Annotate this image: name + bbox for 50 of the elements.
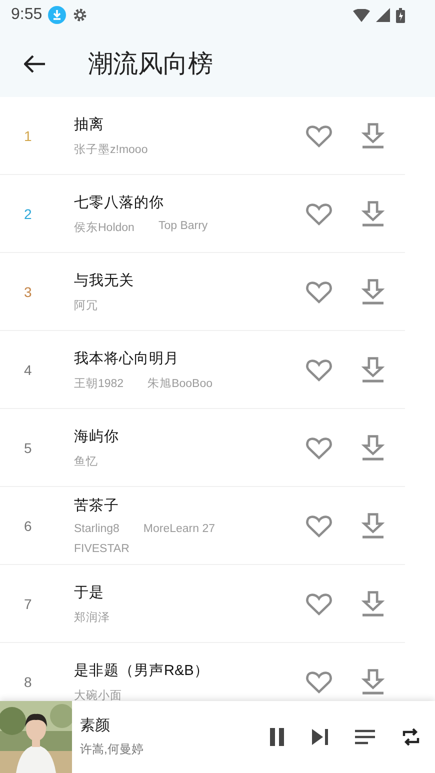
- back-arrow-icon[interactable]: [24, 54, 46, 72]
- rank-number: 8: [24, 674, 33, 690]
- rank-number: 2: [24, 206, 33, 222]
- download-icon[interactable]: [359, 590, 387, 618]
- artist-name: 阿冗: [74, 298, 98, 312]
- song-title[interactable]: 海屿你: [74, 426, 281, 446]
- song-title[interactable]: 与我无关: [74, 270, 281, 290]
- artist-name: 侯东Holdon: [74, 220, 134, 234]
- artist-name: 朱旭BooBoo: [148, 376, 213, 390]
- song-title[interactable]: 于是: [74, 582, 281, 602]
- now-playing-title: 素颜: [80, 716, 111, 735]
- artist-name: 鱼忆: [74, 454, 98, 468]
- song-title[interactable]: 七零八落的你: [74, 192, 281, 212]
- pause-icon[interactable]: [269, 728, 285, 746]
- artist-name: 王朝1982: [74, 376, 124, 390]
- artist-name: 张子墨z!mooo: [74, 142, 148, 156]
- download-icon[interactable]: [359, 512, 387, 540]
- battery-icon: [396, 8, 405, 22]
- download-icon[interactable]: [359, 434, 387, 462]
- rank-number: 5: [24, 440, 33, 456]
- artist-name: 大碗小面: [74, 688, 122, 701]
- rank-number: 1: [24, 128, 33, 144]
- now-playing-artist: 许嵩,何曼婷: [80, 741, 144, 758]
- artist-name: 郑润泽: [74, 610, 110, 624]
- artist-name: Top Barry: [158, 220, 208, 234]
- song-title[interactable]: 抽离: [74, 114, 281, 134]
- song-title[interactable]: 苦茶子: [74, 496, 281, 515]
- repeat-icon[interactable]: [401, 727, 421, 747]
- rank-number: 7: [24, 596, 33, 612]
- download-icon[interactable]: [359, 668, 387, 696]
- settings-icon: [72, 7, 88, 23]
- artist-name: MoreLearn 27: [143, 523, 215, 535]
- download-icon[interactable]: [359, 278, 387, 306]
- playlist-icon[interactable]: [355, 729, 375, 745]
- next-icon[interactable]: [311, 728, 329, 746]
- song-title[interactable]: 是非题（男声R&B）: [74, 660, 281, 680]
- song-title[interactable]: 我本将心向明月: [74, 348, 281, 368]
- page-title: 潮流风向榜: [88, 49, 213, 80]
- artist-name: FIVESTAR: [74, 543, 130, 555]
- download-icon: [48, 6, 66, 24]
- download-icon[interactable]: [359, 200, 387, 228]
- signal-icon: [376, 8, 390, 22]
- rank-number: 4: [24, 362, 33, 378]
- download-icon[interactable]: [359, 122, 387, 150]
- status-time: 9:55: [11, 6, 42, 24]
- artist-name: Starling8: [74, 523, 120, 535]
- rank-number: 3: [24, 284, 33, 300]
- wifi-icon: [353, 8, 370, 22]
- rank-number: 6: [24, 518, 33, 534]
- download-icon[interactable]: [359, 356, 387, 384]
